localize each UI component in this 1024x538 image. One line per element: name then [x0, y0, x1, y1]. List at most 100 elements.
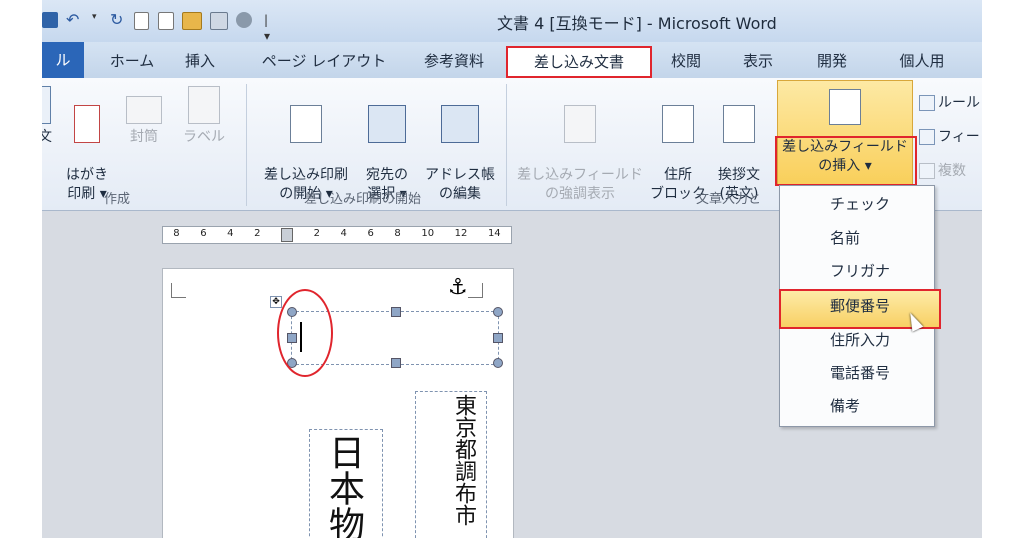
highlight-label: 差し込みフィールド の強調表示 — [517, 167, 643, 202]
envelopes-label: 文 — [42, 129, 52, 145]
ruler-tick: 2 — [254, 228, 261, 239]
highlight-merge-fields-button[interactable]: 差し込みフィールド の強調表示 — [514, 86, 646, 204]
address-block-button[interactable]: 住所 ブロック — [650, 86, 706, 204]
group-create-label: 作成 — [104, 192, 131, 207]
ruler-tick: 8 — [394, 228, 401, 239]
resize-handle[interactable] — [493, 358, 503, 368]
print-preview-icon[interactable] — [158, 12, 174, 30]
envelope-icon — [126, 96, 162, 124]
tab-developer[interactable]: 開発 — [810, 48, 854, 74]
document-page[interactable]: ⚓ ✥ 東京都調布市 日本物 — [162, 268, 514, 538]
tab-review[interactable]: 校閲 — [664, 48, 708, 74]
tab-references[interactable]: 参考資料 — [414, 48, 494, 74]
rules-label: ルール — [938, 95, 980, 111]
resize-handle[interactable] — [391, 358, 401, 368]
ruler-tick: 8 — [173, 228, 180, 239]
labels-button[interactable]: ラベル — [182, 86, 226, 147]
start-mail-merge-button[interactable]: 差し込み印刷 の開始 ▾ — [256, 86, 356, 204]
open-folder-icon[interactable] — [182, 12, 202, 30]
word-window: ↶ ▾ ↻ |▾ 文書 4 [互換モード] - Microsoft Word ル… — [42, 0, 982, 538]
match-fields-icon — [919, 129, 935, 145]
update-labels-label: 複数 — [938, 163, 966, 179]
postcard-label: はがき 印刷 ▾ — [66, 167, 108, 202]
address-block-icon — [662, 105, 694, 143]
envelope-icon — [42, 86, 51, 124]
insert-merge-field-label[interactable]: 差し込みフィールド の挿入 ▾ — [777, 138, 913, 176]
title-bar: ↶ ▾ ↻ |▾ 文書 4 [互換モード] - Microsoft Word — [42, 0, 982, 43]
ruler-indent-marker[interactable] — [281, 228, 294, 242]
rules-button[interactable]: ルール — [919, 92, 980, 112]
redo-icon[interactable]: ↻ — [110, 12, 126, 28]
group-write-insert-label: 文章入力と — [696, 192, 762, 207]
menu-item-furigana[interactable]: フリガナ — [780, 255, 934, 288]
tab-view[interactable]: 表示 — [736, 48, 780, 74]
ruler-ticks: 8 6 4 2 2 4 6 8 10 12 14 — [163, 228, 511, 242]
menu-item-phone[interactable]: 電話番号 — [780, 357, 934, 390]
page-corner-mark — [468, 283, 483, 298]
recipients-icon — [368, 105, 406, 143]
tab-insert[interactable]: 挿入 — [180, 48, 220, 74]
undo-dropdown-icon[interactable]: ▾ — [92, 12, 98, 28]
group-separator — [506, 84, 507, 206]
tab-personal[interactable]: 個人用 — [892, 48, 952, 74]
tab-file[interactable]: ル — [42, 42, 84, 78]
vertical-ruler[interactable]: 8 6 4 2 2 4 6 8 10 12 14 — [162, 226, 512, 244]
edit-recipient-list-button[interactable]: アドレス帳 の編集 — [422, 86, 498, 204]
address-text: 東京都調布市 — [451, 394, 476, 526]
group-start-merge-label: 差し込み印刷の開始 — [304, 192, 422, 207]
tab-home[interactable]: ホーム — [92, 48, 172, 74]
rules-icon — [919, 95, 935, 111]
ruler-tick: 12 — [454, 228, 468, 239]
save-icon[interactable] — [42, 12, 58, 28]
cursor-highlight-circle — [277, 289, 333, 377]
anchor-icon: ⚓ — [448, 275, 468, 300]
ruler-tick: 6 — [200, 228, 207, 239]
document-icon — [290, 105, 322, 143]
menu-item-check[interactable]: チェック — [780, 188, 934, 221]
menu-item-name[interactable]: 名前 — [780, 222, 934, 255]
labels-icon — [188, 86, 220, 124]
address-textbox[interactable]: 東京都調布市 — [415, 391, 487, 538]
ruler-tick: 14 — [487, 228, 501, 239]
merge-field-icon — [829, 89, 861, 125]
resize-handle[interactable] — [493, 307, 503, 317]
envelope-button[interactable]: 封筒 — [122, 86, 166, 147]
ruler-tick: 4 — [340, 228, 347, 239]
menu-item-notes[interactable]: 備考 — [780, 390, 934, 423]
update-labels-button[interactable]: 複数 — [919, 160, 966, 180]
customize-icon[interactable]: |▾ — [264, 12, 274, 43]
name-text: 日本物 — [323, 434, 364, 538]
envelope-label: 封筒 — [130, 129, 158, 145]
update-labels-icon — [919, 163, 935, 179]
highlight-fields-icon — [564, 105, 596, 143]
ribbon-tabs: ル ホーム 挿入 ページ レイアウト 参考資料 差し込み文書 校閲 表示 開発 … — [42, 42, 982, 78]
tab-mailings[interactable]: 差し込み文書 — [506, 46, 652, 78]
group-separator — [246, 84, 247, 206]
ruler-tick: 4 — [227, 228, 234, 239]
new-doc-icon[interactable] — [134, 12, 149, 30]
envelopes-button[interactable]: 文 — [42, 86, 56, 147]
name-textbox[interactable]: 日本物 — [309, 429, 383, 538]
ruler-tick: 10 — [421, 228, 435, 239]
greeting-line-button[interactable]: 挨拶文 (英文) — [710, 86, 768, 204]
page-corner-mark — [171, 283, 186, 298]
postcard-print-button[interactable]: はがき 印刷 ▾ — [60, 86, 114, 204]
edit-list-label: アドレス帳 の編集 — [425, 167, 495, 202]
tab-page-layout[interactable]: ページ レイアウト — [256, 48, 392, 74]
select-recipients-button[interactable]: 宛先の 選択 ▾ — [358, 86, 416, 204]
merge-field-dropdown: チェック 名前 フリガナ 郵便番号 住所入力 電話番号 備考 — [779, 185, 941, 427]
match-fields-label: フィー — [938, 129, 980, 145]
edit-list-icon — [441, 105, 479, 143]
resize-handle[interactable] — [493, 333, 503, 343]
window-title: 文書 4 [互換モード] - Microsoft Word — [497, 14, 777, 33]
postcard-icon — [74, 105, 100, 143]
match-fields-button[interactable]: フィー — [919, 126, 980, 146]
ruler-tick: 6 — [367, 228, 374, 239]
resize-handle[interactable] — [391, 307, 401, 317]
undo-icon[interactable]: ↶ — [66, 12, 84, 28]
labels-label: ラベル — [183, 129, 225, 145]
paint-icon[interactable] — [236, 12, 252, 28]
copy-icon[interactable] — [210, 12, 228, 30]
move-handle-icon[interactable]: ✥ — [270, 296, 282, 308]
greeting-icon — [723, 105, 755, 143]
